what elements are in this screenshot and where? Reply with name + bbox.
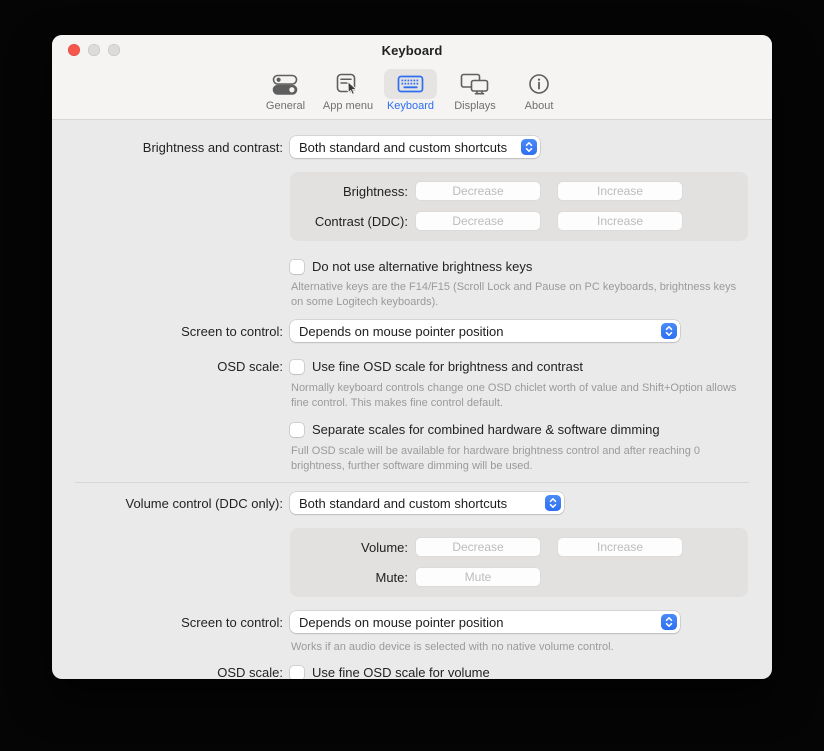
brightness-shortcuts-popup[interactable]: Both standard and custom shortcuts <box>290 136 540 158</box>
volume-fine-osd-checkbox-label: Use fine OSD scale for volume <box>312 665 490 679</box>
info-icon <box>513 69 565 99</box>
separate-scales-help-text: Full OSD scale will be available for har… <box>291 444 743 474</box>
fine-osd-checkbox[interactable] <box>290 360 304 374</box>
separate-scales-row: Separate scales for combined hardware & … <box>290 422 772 437</box>
brightness-decrease-recorder[interactable]: Decrease <box>415 181 541 201</box>
mute-label: Mute: <box>290 570 408 585</box>
volume-osd-scale-label: OSD scale: <box>52 665 283 679</box>
popup-stepper-icon <box>545 495 561 511</box>
volume-screen-help-text: Works if an audio device is selected wit… <box>291 640 772 655</box>
volume-shortcut-panel: Volume: Decrease Increase Mute: Mute <box>290 528 748 597</box>
brightness-shortcut-row: Brightness: Decrease Increase <box>290 181 748 201</box>
volume-screen-to-control-popup-value: Depends on mouse pointer position <box>299 615 504 630</box>
tab-about[interactable]: About <box>513 69 565 112</box>
brightness-label: Brightness: <box>290 184 408 199</box>
alt-keys-checkbox[interactable] <box>290 260 304 274</box>
fine-osd-help-text: Normally keyboard controls change one OS… <box>291 381 753 411</box>
mute-shortcut-row: Mute: Mute <box>290 567 748 587</box>
section-divider <box>75 482 749 483</box>
preferences-window: Keyboard General <box>52 35 772 679</box>
osd-scale-row: OSD scale: Use fine OSD scale for bright… <box>52 359 772 374</box>
tab-general[interactable]: General <box>259 69 312 112</box>
volume-control-row: Volume control (DDC only): Both standard… <box>52 492 772 514</box>
brightness-increase-recorder[interactable]: Increase <box>557 181 683 201</box>
tab-app-menu[interactable]: App menu <box>322 69 374 112</box>
contrast-increase-recorder[interactable]: Increase <box>557 211 683 231</box>
keyboard-pane: Brightness and contrast: Both standard a… <box>52 120 772 679</box>
brightness-shortcuts-popup-value: Both standard and custom shortcuts <box>299 140 507 155</box>
separate-scales-checkbox-label: Separate scales for combined hardware & … <box>312 422 660 437</box>
brightness-shortcut-panel: Brightness: Decrease Increase Contrast (… <box>290 172 748 241</box>
alt-keys-checkbox-label: Do not use alternative brightness keys <box>312 259 532 274</box>
zoom-button[interactable] <box>108 44 120 56</box>
alt-keys-row: Do not use alternative brightness keys <box>290 259 772 274</box>
displays-icon <box>447 69 503 99</box>
contrast-decrease-recorder[interactable]: Decrease <box>415 211 541 231</box>
brightness-contrast-row: Brightness and contrast: Both standard a… <box>52 136 772 158</box>
screen-to-control-popup-value: Depends on mouse pointer position <box>299 324 504 339</box>
toggles-icon <box>259 69 312 99</box>
volume-screen-to-control-label: Screen to control: <box>52 615 283 630</box>
window-title: Keyboard <box>382 43 443 58</box>
tab-general-label: General <box>266 100 305 112</box>
volume-control-label: Volume control (DDC only): <box>52 496 283 511</box>
tab-about-label: About <box>525 100 554 112</box>
tab-displays[interactable]: Displays <box>447 69 503 112</box>
tab-app-menu-label: App menu <box>323 100 373 112</box>
traffic-lights <box>68 44 120 56</box>
alt-keys-help-text: Alternative keys are the F14/F15 (Scroll… <box>291 280 739 310</box>
volume-shortcuts-popup[interactable]: Both standard and custom shortcuts <box>290 492 564 514</box>
volume-label: Volume: <box>290 540 408 555</box>
brightness-contrast-label: Brightness and contrast: <box>52 140 283 155</box>
screen-to-control-row: Screen to control: Depends on mouse poin… <box>52 320 772 342</box>
close-button[interactable] <box>68 44 80 56</box>
volume-osd-scale-row: OSD scale: Use fine OSD scale for volume <box>52 665 772 679</box>
osd-scale-label: OSD scale: <box>52 359 283 374</box>
popup-stepper-icon <box>661 323 677 339</box>
volume-screen-to-control-row: Screen to control: Depends on mouse poin… <box>52 611 772 633</box>
volume-shortcuts-popup-value: Both standard and custom shortcuts <box>299 496 507 511</box>
popup-stepper-icon <box>521 139 537 155</box>
popup-stepper-icon <box>661 614 677 630</box>
tab-keyboard-label: Keyboard <box>387 100 434 112</box>
separate-scales-checkbox[interactable] <box>290 423 304 437</box>
screen-to-control-popup[interactable]: Depends on mouse pointer position <box>290 320 680 342</box>
volume-fine-osd-checkbox[interactable] <box>290 666 304 680</box>
tab-displays-label: Displays <box>454 100 496 112</box>
minimize-button[interactable] <box>88 44 100 56</box>
menu-document-icon <box>322 69 374 99</box>
fine-osd-checkbox-label: Use fine OSD scale for brightness and co… <box>312 359 583 374</box>
contrast-label: Contrast (DDC): <box>290 214 408 229</box>
keyboard-icon <box>384 69 437 99</box>
screen-to-control-label: Screen to control: <box>52 324 283 339</box>
tab-keyboard[interactable]: Keyboard <box>384 69 437 112</box>
volume-increase-recorder[interactable]: Increase <box>557 537 683 557</box>
titlebar: Keyboard <box>52 35 772 65</box>
volume-decrease-recorder[interactable]: Decrease <box>415 537 541 557</box>
volume-shortcut-row: Volume: Decrease Increase <box>290 537 748 557</box>
contrast-shortcut-row: Contrast (DDC): Decrease Increase <box>290 211 748 231</box>
mute-recorder[interactable]: Mute <box>415 567 541 587</box>
toolbar: General App menu <box>52 65 772 120</box>
volume-screen-to-control-popup[interactable]: Depends on mouse pointer position <box>290 611 680 633</box>
